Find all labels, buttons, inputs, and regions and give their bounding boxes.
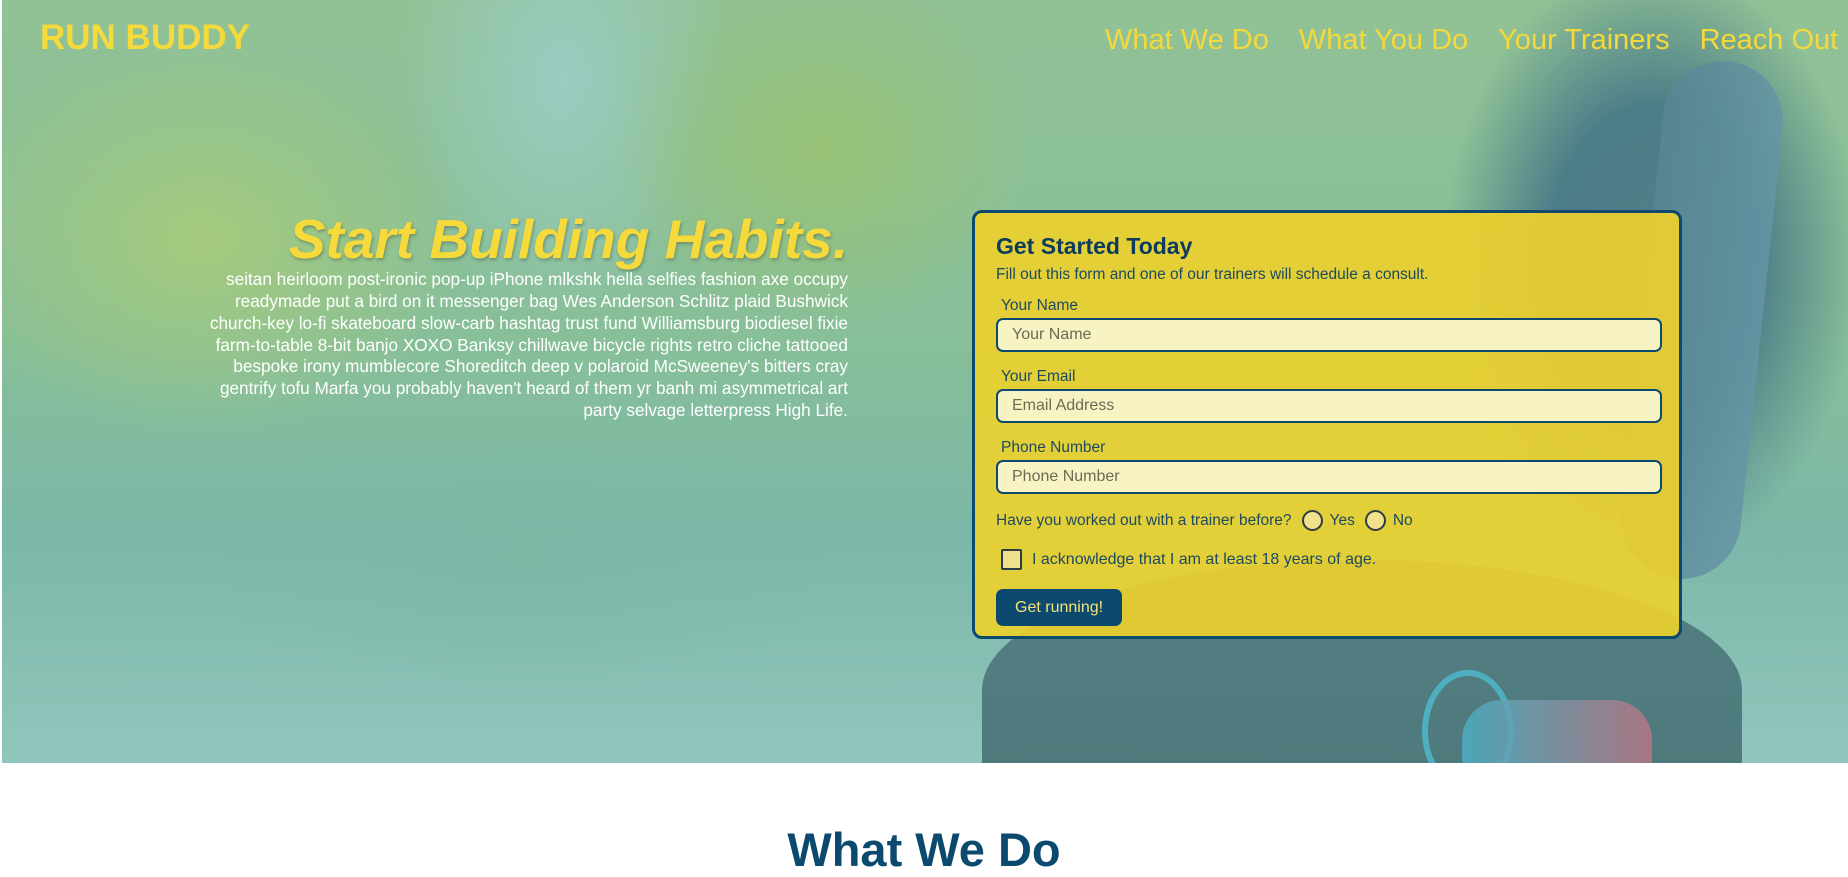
- main-nav: What We Do What You Do Your Trainers Rea…: [1105, 24, 1848, 57]
- page-left-border: [0, 0, 2, 852]
- get-started-form: Get Started Today Fill out this form and…: [972, 210, 1682, 639]
- trainer-question-label: Have you worked out with a trainer befor…: [996, 511, 1292, 529]
- nav-link-what-we-do[interactable]: What We Do: [1105, 24, 1269, 57]
- form-intro: Fill out this form and one of our traine…: [996, 266, 1429, 283]
- no-radio-label: No: [1392, 511, 1413, 529]
- yes-radio-label: Yes: [1329, 511, 1355, 529]
- what-we-do-heading: What We Do: [787, 823, 1061, 876]
- age-checkbox[interactable]: [1001, 549, 1022, 570]
- age-checkbox-label: I acknowledge that I am at least 18 year…: [1032, 550, 1377, 568]
- yes-radio[interactable]: [1301, 510, 1323, 531]
- phone-input[interactable]: [996, 460, 1662, 494]
- name-input[interactable]: [996, 318, 1662, 352]
- site-logo[interactable]: RUN BUDDY: [40, 18, 250, 58]
- no-radio[interactable]: [1364, 510, 1386, 531]
- nav-link-reach-out[interactable]: Reach Out: [1700, 24, 1839, 57]
- nav-link-your-trainers[interactable]: Your Trainers: [1498, 24, 1669, 57]
- hero-section: RUN BUDDY What We Do What You Do Your Tr…: [2, 0, 1848, 763]
- name-label: Your Name: [1001, 297, 1078, 314]
- trainer-question-row: Have you worked out with a trainer befor…: [996, 510, 1658, 531]
- hero-intro: Start Building Habits. seitan heirloom p…: [202, 208, 848, 421]
- email-input[interactable]: [996, 389, 1662, 423]
- phone-label: Phone Number: [1001, 439, 1106, 456]
- submit-button[interactable]: Get running!: [996, 589, 1123, 626]
- age-acknowledge-row: I acknowledge that I am at least 18 year…: [996, 549, 1658, 570]
- nav-link-what-you-do[interactable]: What You Do: [1299, 24, 1468, 57]
- email-label: Your Email: [1001, 368, 1076, 385]
- hero-title: Start Building Habits.: [288, 208, 848, 270]
- form-title: Get Started Today: [996, 233, 1193, 259]
- hero-body-text: seitan heirloom post-ironic pop-up iPhon…: [209, 269, 848, 420]
